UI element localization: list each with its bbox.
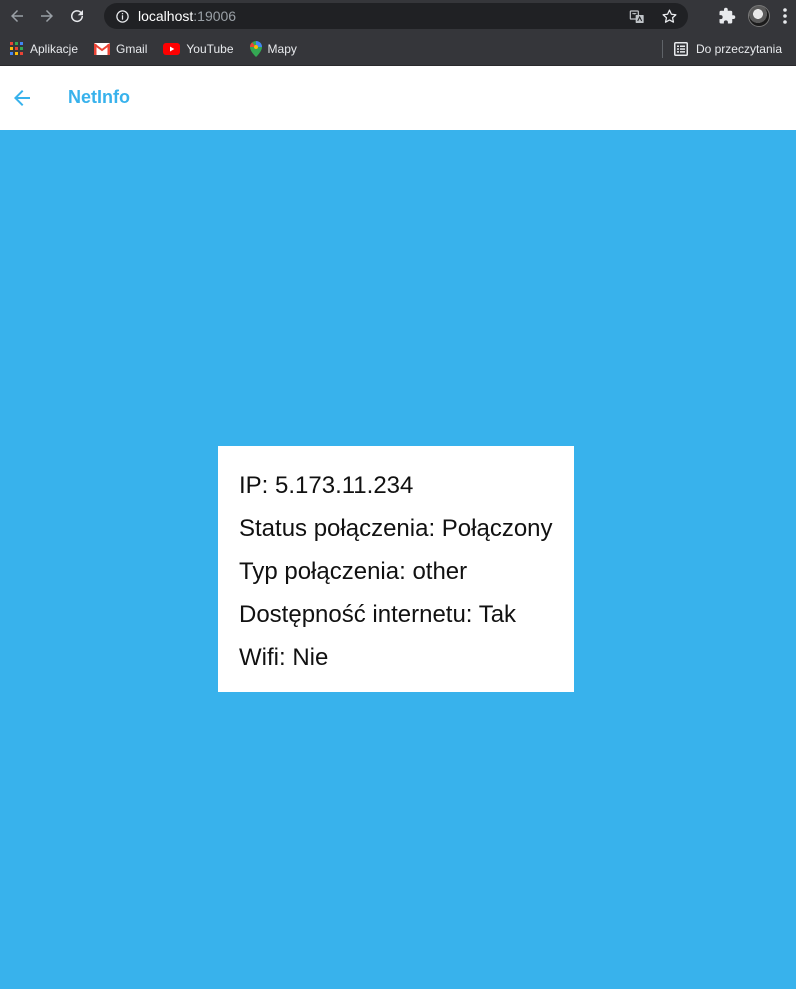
url-host: localhost xyxy=(138,8,194,24)
connection-type-text: Typ połączenia: other xyxy=(239,558,468,585)
reading-list-label: Do przeczytania xyxy=(695,42,782,56)
bookmark-label: Mapy xyxy=(267,41,297,56)
bookmarks-bar: Aplikacje Gmail YouTube Mapy Do przeczyt… xyxy=(0,32,796,66)
forward-nav-button[interactable] xyxy=(34,3,60,29)
apps-grid-icon xyxy=(10,41,23,55)
translate-icon[interactable] xyxy=(629,9,645,25)
arrow-right-icon xyxy=(41,10,53,22)
gmail-icon xyxy=(94,42,111,55)
arrow-back-icon xyxy=(14,90,30,106)
header-back-button[interactable] xyxy=(10,86,34,110)
back-nav-button[interactable] xyxy=(4,3,30,29)
bookmarks-divider xyxy=(662,40,663,58)
wifi-text: Wifi: Nie xyxy=(239,644,329,671)
kebab-menu-icon[interactable] xyxy=(782,7,788,25)
reading-list-button[interactable]: Do przeczytania xyxy=(673,32,782,66)
bookmark-mapy[interactable]: Mapy xyxy=(249,40,297,57)
main-content: IP: 5.173.11.234 Status połączenia: Połą… xyxy=(0,130,796,989)
youtube-icon xyxy=(163,42,181,55)
extensions-puzzle-icon[interactable] xyxy=(718,7,736,25)
bookmark-label: Gmail xyxy=(116,41,148,56)
star-icon[interactable] xyxy=(661,8,678,25)
url-text: localhost:19006 xyxy=(138,8,236,24)
browser-toolbar: localhost:19006 xyxy=(0,0,796,32)
arrow-left-icon xyxy=(11,10,23,22)
reload-button[interactable] xyxy=(64,3,90,29)
bookmark-label: YouTube xyxy=(186,41,234,56)
reading-list-icon xyxy=(673,42,688,56)
netinfo-card: IP: 5.173.11.234 Status połączenia: Połą… xyxy=(218,446,574,692)
bookmark-youtube[interactable]: YouTube xyxy=(163,41,234,56)
app-header: NetInfo xyxy=(0,66,796,130)
connection-status-text: Status połączenia: Połączony xyxy=(239,515,553,542)
profile-avatar[interactable] xyxy=(748,5,770,27)
page-title: NetInfo xyxy=(68,87,130,107)
info-icon[interactable] xyxy=(114,8,130,24)
address-bar[interactable]: localhost:19006 xyxy=(104,3,688,29)
reload-icon xyxy=(71,10,84,23)
bookmark-aplikacje[interactable]: Aplikacje xyxy=(10,41,79,56)
ip-text: IP: 5.173.11.234 xyxy=(239,472,414,499)
bookmark-gmail[interactable]: Gmail xyxy=(94,42,147,56)
url-port: :19006 xyxy=(193,8,237,24)
internet-reachable-text: Dostępność internetu: Tak xyxy=(239,601,517,628)
maps-icon xyxy=(249,40,262,57)
bookmark-label: Aplikacje xyxy=(30,41,79,56)
